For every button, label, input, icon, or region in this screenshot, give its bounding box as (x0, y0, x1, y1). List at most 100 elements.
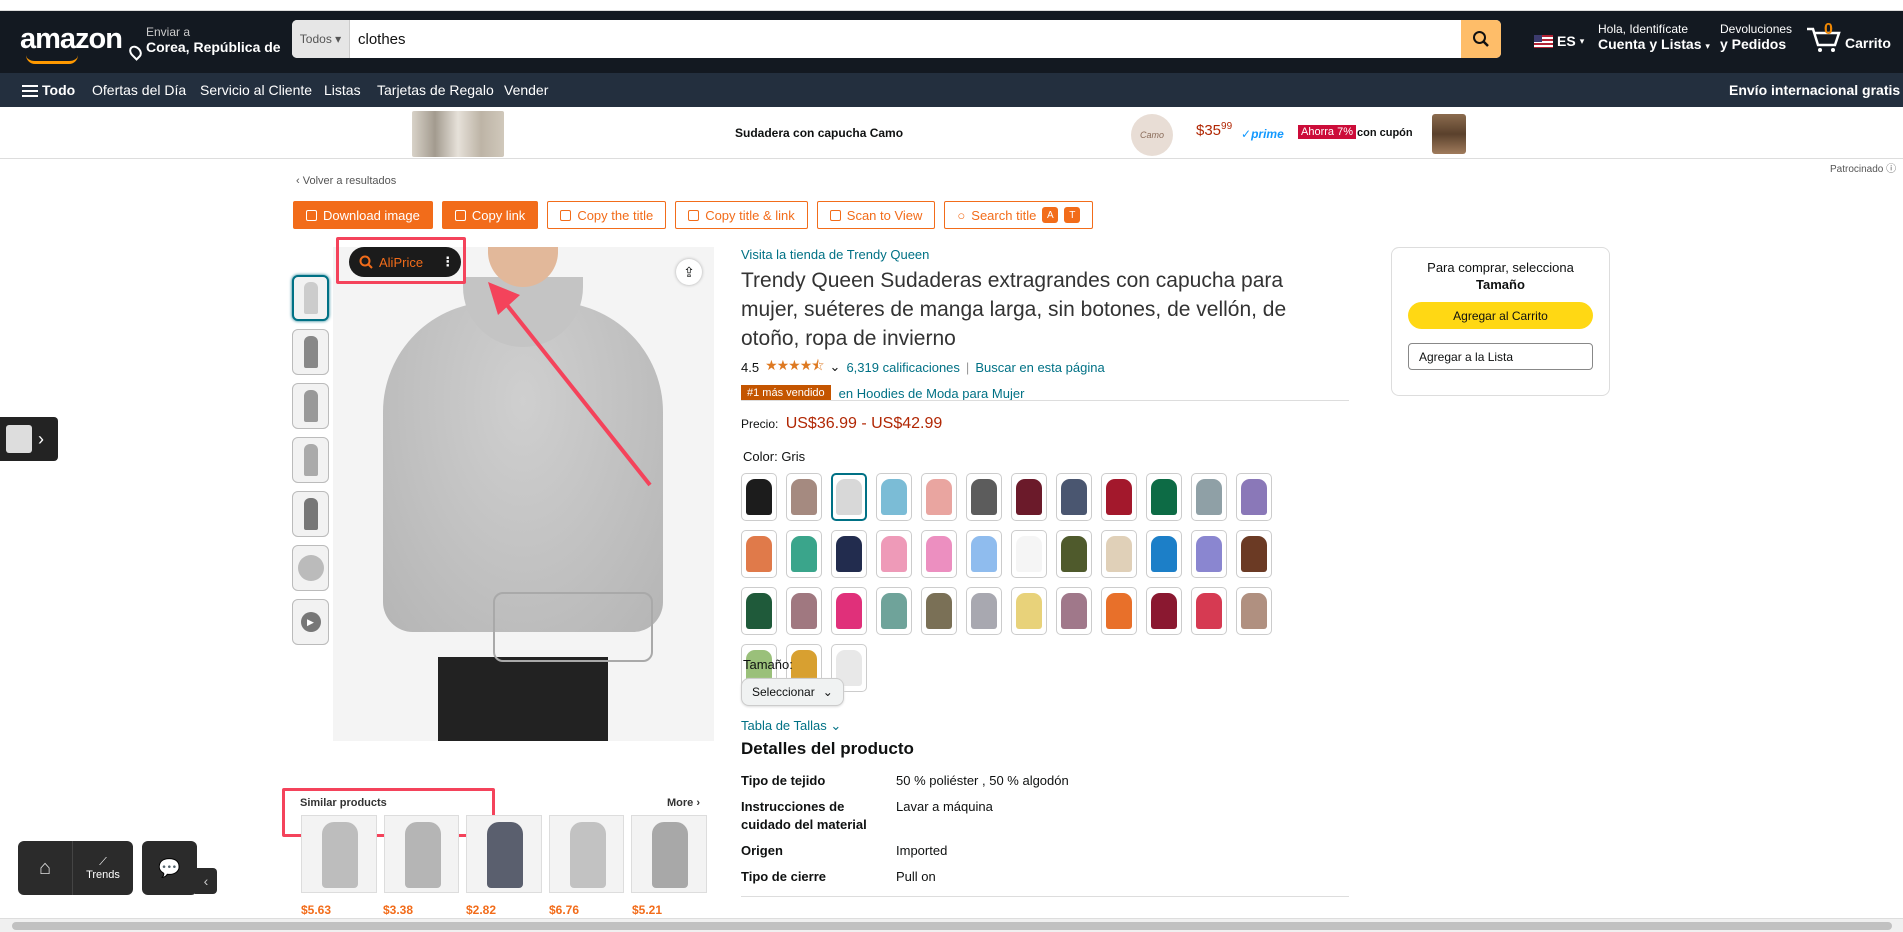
color-swatch[interactable] (1146, 530, 1182, 578)
deliver-to[interactable]: Enviar a Corea, República de (126, 25, 281, 61)
color-swatch[interactable] (1146, 587, 1182, 635)
nav-item-vender[interactable]: Vender (504, 82, 548, 98)
color-swatch[interactable] (1236, 587, 1272, 635)
color-swatch[interactable] (1101, 587, 1137, 635)
size-select[interactable]: Seleccionar ⌄ (741, 678, 844, 706)
cart-icon (1807, 27, 1841, 52)
color-swatch[interactable] (741, 530, 777, 578)
bestseller-badge[interactable]: #1 más vendido (741, 385, 831, 401)
color-swatch[interactable] (921, 587, 957, 635)
thumbnail[interactable] (292, 329, 329, 375)
cart-button[interactable]: 0 Carrito (1805, 21, 1891, 53)
search-category-select[interactable]: Todos ▾ (292, 20, 350, 58)
color-swatch[interactable] (966, 587, 1002, 635)
color-swatch[interactable] (1101, 530, 1137, 578)
amazon-logo[interactable]: amazon (20, 23, 123, 56)
color-swatch[interactable] (1056, 587, 1092, 635)
add-to-cart-button[interactable]: Agregar al Carrito (1408, 302, 1593, 329)
copy-title-link-button[interactable]: Copy title & link (675, 201, 808, 229)
color-swatch[interactable] (966, 473, 1002, 521)
color-swatch[interactable] (831, 473, 867, 521)
language-selector[interactable]: ES ▾ (1534, 33, 1584, 49)
search-input[interactable] (350, 20, 1461, 58)
account-menu[interactable]: Hola, Identifícate Cuenta y Listas ▾ (1598, 22, 1710, 52)
add-to-list-button[interactable]: Agregar a la Lista (1408, 343, 1593, 370)
color-swatch[interactable] (786, 530, 822, 578)
color-swatch[interactable] (921, 530, 957, 578)
color-swatch[interactable] (876, 473, 912, 521)
chat-button[interactable]: 💬 (142, 841, 197, 895)
horizontal-scrollbar[interactable] (0, 918, 1903, 932)
chevron-down-icon[interactable]: ⌄ (830, 359, 841, 375)
download-image-button[interactable]: Download image (293, 201, 433, 229)
size-chart-link[interactable]: Tabla de Tallas ⌄ (741, 718, 841, 734)
banner-thumb-image[interactable] (1432, 114, 1466, 154)
color-swatch[interactable] (831, 587, 867, 635)
color-swatch[interactable] (876, 530, 912, 578)
copy-link-button[interactable]: Copy link (441, 201, 539, 229)
color-swatch[interactable] (1056, 473, 1092, 521)
color-swatch[interactable] (966, 530, 1002, 578)
search-button[interactable] (1461, 20, 1501, 58)
color-swatch[interactable] (1236, 530, 1272, 578)
color-swatch[interactable] (876, 587, 912, 635)
ratings-count-link[interactable]: 6,319 calificaciones (846, 360, 959, 375)
similar-item[interactable] (301, 815, 377, 893)
thumbnail[interactable] (292, 545, 329, 591)
thumbnail[interactable] (292, 275, 329, 321)
color-swatch[interactable] (1011, 587, 1047, 635)
color-swatch[interactable] (741, 473, 777, 521)
color-swatch[interactable] (1011, 473, 1047, 521)
sub-nav: Todo Ofertas del Día Servicio al Cliente… (0, 73, 1903, 107)
color-swatch[interactable] (831, 530, 867, 578)
color-swatch[interactable] (921, 473, 957, 521)
banner-product-image[interactable] (412, 111, 504, 157)
logo-smile-icon (26, 55, 78, 64)
returns-orders[interactable]: Devoluciones y Pedidos (1720, 22, 1792, 52)
color-swatch[interactable] (786, 587, 822, 635)
similar-price: $5.63 (301, 903, 332, 917)
search-page-link[interactable]: Buscar en esta página (975, 360, 1104, 375)
similar-item[interactable] (631, 815, 707, 893)
side-panel-tab[interactable]: › (0, 417, 58, 461)
nav-item-ofertas[interactable]: Ofertas del Día (92, 82, 186, 98)
star-rating-icon[interactable]: ★★★★⯪ (765, 355, 824, 379)
back-to-results-link[interactable]: ‹ Volver a resultados (296, 175, 396, 187)
thumbnail[interactable] (292, 383, 329, 429)
nav-item-listas[interactable]: Listas (324, 82, 361, 98)
color-swatch[interactable] (786, 473, 822, 521)
collapse-arrow-icon[interactable]: ‹ (195, 868, 217, 894)
color-swatch[interactable] (1191, 530, 1227, 578)
color-swatch[interactable] (1236, 473, 1272, 521)
store-link[interactable]: Visita la tienda de Trendy Queen (741, 247, 1349, 262)
similar-item[interactable] (466, 815, 542, 893)
trends-button[interactable]: ⟋ Trends (72, 841, 133, 895)
home-icon[interactable]: ⌂ (18, 841, 72, 895)
color-swatch[interactable] (1191, 473, 1227, 521)
banner-title[interactable]: Sudadera con capucha Camo (735, 126, 903, 140)
sponsored-banner[interactable]: Sudadera con capucha Camo Camo $3599 ✓pr… (0, 109, 1903, 159)
more-link[interactable]: More › (667, 797, 700, 809)
nav-promo[interactable]: Envío internacional gratis (1729, 82, 1900, 98)
nav-item-servicio[interactable]: Servicio al Cliente (200, 82, 312, 98)
banner-coupon: con cupón (1357, 127, 1413, 139)
similar-item[interactable] (383, 815, 460, 893)
all-menu-button[interactable]: Todo (22, 82, 75, 100)
video-thumbnail[interactable]: ▶ (292, 599, 329, 645)
similar-item[interactable] (548, 815, 625, 893)
bestseller-category-link[interactable]: en Hoodies de Moda para Mujer (839, 386, 1025, 401)
nav-item-tarjetas[interactable]: Tarjetas de Regalo (377, 82, 494, 98)
thumbnail[interactable] (292, 437, 329, 483)
color-swatch[interactable] (1191, 587, 1227, 635)
color-swatch[interactable] (1056, 530, 1092, 578)
copy-title-button[interactable]: Copy the title (547, 201, 667, 229)
color-swatch[interactable] (741, 587, 777, 635)
search-title-button[interactable]: ○ Search title A T (944, 201, 1094, 229)
scan-to-view-button[interactable]: Scan to View (816, 201, 936, 229)
color-swatch[interactable] (1101, 473, 1137, 521)
color-swatch[interactable] (1011, 530, 1047, 578)
thumbnail[interactable] (292, 491, 329, 537)
similar-price: $5.21 (632, 903, 663, 917)
color-swatch[interactable] (1146, 473, 1182, 521)
sponsored-label[interactable]: Patrocinado ⓘ (1830, 160, 1896, 175)
